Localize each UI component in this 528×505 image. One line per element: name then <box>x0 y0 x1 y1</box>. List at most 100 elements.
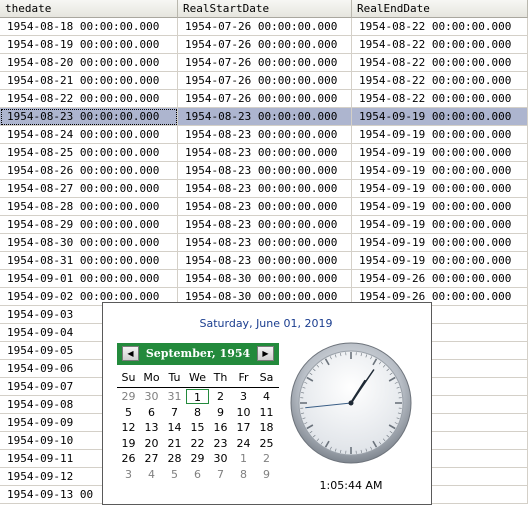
column-header[interactable]: RealStartDate <box>178 0 352 18</box>
calendar-day[interactable]: 28 <box>163 451 186 466</box>
table-cell[interactable]: 1954-08-25 00:00:00.000 <box>0 144 178 162</box>
table-row[interactable]: 1954-08-20 00:00:00.000 1954-07-26 00:00:… <box>0 54 528 72</box>
calendar-day[interactable]: 9 <box>255 467 278 482</box>
table-cell[interactable]: 1954-08-23 00:00:00.000 <box>178 144 352 162</box>
table-cell[interactable]: 1954-09-26 00:00:00.000 <box>352 270 528 288</box>
table-cell[interactable]: 1954-08-22 00:00:00.000 <box>352 90 528 108</box>
table-row[interactable]: 1954-08-29 00:00:00.000 1954-08-23 00:00:… <box>0 216 528 234</box>
table-cell[interactable]: 1954-09-19 00:00:00.000 <box>352 108 528 126</box>
table-cell[interactable]: 1954-08-18 00:00:00.000 <box>0 18 178 36</box>
table-row[interactable]: 1954-08-30 00:00:00.000 1954-08-23 00:00:… <box>0 234 528 252</box>
table-cell[interactable]: 1954-08-23 00:00:00.000 <box>178 180 352 198</box>
calendar-day[interactable]: 14 <box>163 420 186 435</box>
table-row[interactable]: 1954-08-27 00:00:00.000 1954-08-23 00:00:… <box>0 180 528 198</box>
calendar-day[interactable]: 9 <box>209 405 232 420</box>
table-cell[interactable]: 1954-08-28 00:00:00.000 <box>0 198 178 216</box>
calendar-day[interactable]: 25 <box>255 436 278 451</box>
calendar-day[interactable]: 5 <box>163 467 186 482</box>
column-header[interactable]: RealEndDate <box>352 0 528 18</box>
table-cell[interactable]: 1954-08-30 00:00:00.000 <box>178 270 352 288</box>
table-cell[interactable]: 1954-09-19 00:00:00.000 <box>352 162 528 180</box>
calendar-day[interactable]: 30 <box>140 389 163 404</box>
table-row[interactable]: 1954-08-22 00:00:00.000 1954-07-26 00:00:… <box>0 90 528 108</box>
table-cell[interactable]: 1954-08-21 00:00:00.000 <box>0 72 178 90</box>
table-cell[interactable]: 1954-08-22 00:00:00.000 <box>352 18 528 36</box>
current-date-label[interactable]: Saturday, June 01, 2019 <box>103 317 429 330</box>
calendar-day[interactable]: 16 <box>209 420 232 435</box>
table-cell[interactable]: 1954-09-19 00:00:00.000 <box>352 252 528 270</box>
calendar-day-selected[interactable]: 1 <box>186 389 209 404</box>
calendar-day[interactable]: 11 <box>255 405 278 420</box>
calendar-day[interactable]: 7 <box>163 405 186 420</box>
table-row[interactable]: 1954-08-28 00:00:00.000 1954-08-23 00:00:… <box>0 198 528 216</box>
calendar-day[interactable]: 7 <box>209 467 232 482</box>
table-cell[interactable]: 1954-08-22 00:00:00.000 <box>0 90 178 108</box>
calendar-day[interactable]: 2 <box>209 389 232 404</box>
table-cell[interactable]: 1954-09-19 00:00:00.000 <box>352 234 528 252</box>
calendar-day[interactable]: 17 <box>232 420 255 435</box>
calendar-month-label[interactable]: September, 1954 <box>139 343 257 365</box>
table-cell[interactable]: 1954-09-19 00:00:00.000 <box>352 216 528 234</box>
calendar-day[interactable]: 31 <box>163 389 186 404</box>
calendar-day[interactable]: 4 <box>255 389 278 404</box>
table-cell[interactable]: 1954-08-27 00:00:00.000 <box>0 180 178 198</box>
column-header[interactable]: thedate <box>0 0 178 18</box>
table-cell[interactable]: 1954-08-23 00:00:00.000 <box>178 216 352 234</box>
table-cell[interactable]: 1954-08-31 00:00:00.000 <box>0 252 178 270</box>
calendar-day[interactable]: 13 <box>140 420 163 435</box>
calendar-day[interactable]: 23 <box>209 436 232 451</box>
table-cell[interactable]: 1954-08-23 00:00:00.000 <box>178 108 352 126</box>
calendar-day[interactable]: 4 <box>140 467 163 482</box>
calendar-day[interactable]: 5 <box>117 405 140 420</box>
calendar-day[interactable]: 22 <box>186 436 209 451</box>
calendar-day[interactable]: 6 <box>140 405 163 420</box>
table-cell[interactable]: 1954-09-19 00:00:00.000 <box>352 198 528 216</box>
table-cell[interactable]: 1954-08-20 00:00:00.000 <box>0 54 178 72</box>
table-row[interactable]: 1954-08-19 00:00:00.000 1954-07-26 00:00:… <box>0 36 528 54</box>
calendar-day[interactable]: 30 <box>209 451 232 466</box>
table-cell[interactable]: 1954-09-19 00:00:00.000 <box>352 180 528 198</box>
calendar-day[interactable]: 27 <box>140 451 163 466</box>
table-row[interactable]: 1954-08-24 00:00:00.000 1954-08-23 00:00:… <box>0 126 528 144</box>
table-cell[interactable]: 1954-09-01 00:00:00.000 <box>0 270 178 288</box>
table-cell[interactable]: 1954-08-22 00:00:00.000 <box>352 36 528 54</box>
table-row[interactable]: 1954-08-23 00:00:00.000 1954-08-23 00:00:… <box>0 108 528 126</box>
calendar-day[interactable]: 19 <box>117 436 140 451</box>
calendar-day[interactable]: 8 <box>186 405 209 420</box>
table-cell[interactable]: 1954-08-23 00:00:00.000 <box>178 126 352 144</box>
table-row[interactable]: 1954-08-21 00:00:00.000 1954-07-26 00:00:… <box>0 72 528 90</box>
calendar-day[interactable]: 6 <box>186 467 209 482</box>
prev-month-button[interactable]: ◀ <box>122 346 139 361</box>
table-row[interactable]: 1954-08-31 00:00:00.000 1954-08-23 00:00:… <box>0 252 528 270</box>
calendar-day[interactable]: 15 <box>186 420 209 435</box>
table-cell[interactable]: 1954-08-22 00:00:00.000 <box>352 54 528 72</box>
calendar-day[interactable]: 3 <box>117 467 140 482</box>
table-cell[interactable]: 1954-07-26 00:00:00.000 <box>178 90 352 108</box>
calendar-day[interactable]: 24 <box>232 436 255 451</box>
table-cell[interactable]: 1954-08-22 00:00:00.000 <box>352 72 528 90</box>
table-cell[interactable]: 1954-07-26 00:00:00.000 <box>178 18 352 36</box>
table-cell[interactable]: 1954-08-23 00:00:00.000 <box>178 162 352 180</box>
calendar-day[interactable]: 2 <box>255 451 278 466</box>
calendar-day[interactable]: 3 <box>232 389 255 404</box>
table-cell[interactable]: 1954-08-26 00:00:00.000 <box>0 162 178 180</box>
table-cell[interactable]: 1954-08-30 00:00:00.000 <box>0 234 178 252</box>
table-cell[interactable]: 1954-08-19 00:00:00.000 <box>0 36 178 54</box>
table-row[interactable]: 1954-09-01 00:00:00.000 1954-08-30 00:00:… <box>0 270 528 288</box>
table-cell[interactable]: 1954-08-24 00:00:00.000 <box>0 126 178 144</box>
calendar-day[interactable]: 29 <box>117 389 140 404</box>
table-row[interactable]: 1954-08-18 00:00:00.000 1954-07-26 00:00:… <box>0 18 528 36</box>
table-cell[interactable]: 1954-09-19 00:00:00.000 <box>352 144 528 162</box>
table-cell[interactable]: 1954-08-23 00:00:00.000 <box>0 108 178 126</box>
next-month-button[interactable]: ▶ <box>257 346 274 361</box>
calendar-day[interactable]: 1 <box>232 451 255 466</box>
calendar-day[interactable]: 21 <box>163 436 186 451</box>
table-cell[interactable]: 1954-08-23 00:00:00.000 <box>178 198 352 216</box>
calendar-day[interactable]: 10 <box>232 405 255 420</box>
calendar-day[interactable]: 18 <box>255 420 278 435</box>
calendar-day[interactable]: 26 <box>117 451 140 466</box>
table-cell[interactable]: 1954-08-23 00:00:00.000 <box>178 252 352 270</box>
table-cell[interactable]: 1954-09-19 00:00:00.000 <box>352 126 528 144</box>
calendar-day[interactable]: 29 <box>186 451 209 466</box>
table-cell[interactable]: 1954-07-26 00:00:00.000 <box>178 54 352 72</box>
